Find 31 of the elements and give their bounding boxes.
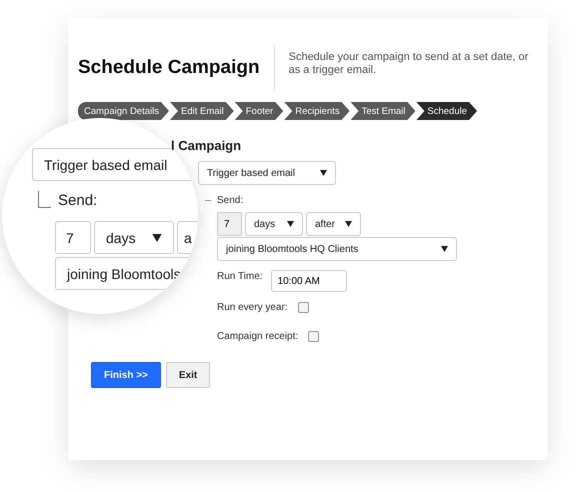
exit-button[interactable]: Exit [166, 362, 210, 388]
run-time-field[interactable]: 10:00 AM [270, 270, 347, 292]
option-label: Run every year: [217, 302, 288, 313]
trigger-select[interactable]: Trigger based email [198, 161, 336, 185]
relation-select[interactable]: after [306, 212, 361, 236]
caret-icon [287, 221, 294, 227]
step-tab[interactable]: Campaign Details [78, 102, 169, 120]
section-heading: l Campaign [171, 138, 242, 153]
checkbox[interactable] [308, 331, 320, 342]
step-tab[interactable]: Test Email [350, 102, 416, 120]
page-title: Schedule Campaign [78, 46, 275, 90]
send-label: Send: [217, 195, 244, 206]
finish-button[interactable]: Finish >> [91, 362, 161, 388]
caret-icon [152, 234, 162, 242]
step-tab[interactable]: Edit Email [170, 102, 234, 120]
page-description: Schedule your campaign to send at a set date, or as a trigger email. [288, 51, 530, 77]
checkbox[interactable] [298, 302, 309, 313]
run-time-label: Run Time: [217, 271, 263, 282]
step-tab[interactable]: Footer [234, 102, 284, 120]
unit-select[interactable]: days [245, 212, 303, 236]
event-select[interactable]: joining Bloomtools HQ Clients [217, 237, 457, 261]
caret-icon [441, 246, 448, 252]
option-label: Campaign receipt: [217, 331, 298, 342]
send-label: Send: [58, 192, 98, 209]
amount-field[interactable]: 7 [217, 212, 242, 236]
caret-icon [320, 170, 327, 176]
step-tab[interactable]: Schedule [416, 102, 478, 120]
amount-field[interactable]: 7 [55, 221, 91, 254]
step-tab[interactable]: Recipients [284, 102, 350, 120]
caret-icon [345, 221, 352, 227]
unit-select[interactable]: days [94, 221, 174, 254]
